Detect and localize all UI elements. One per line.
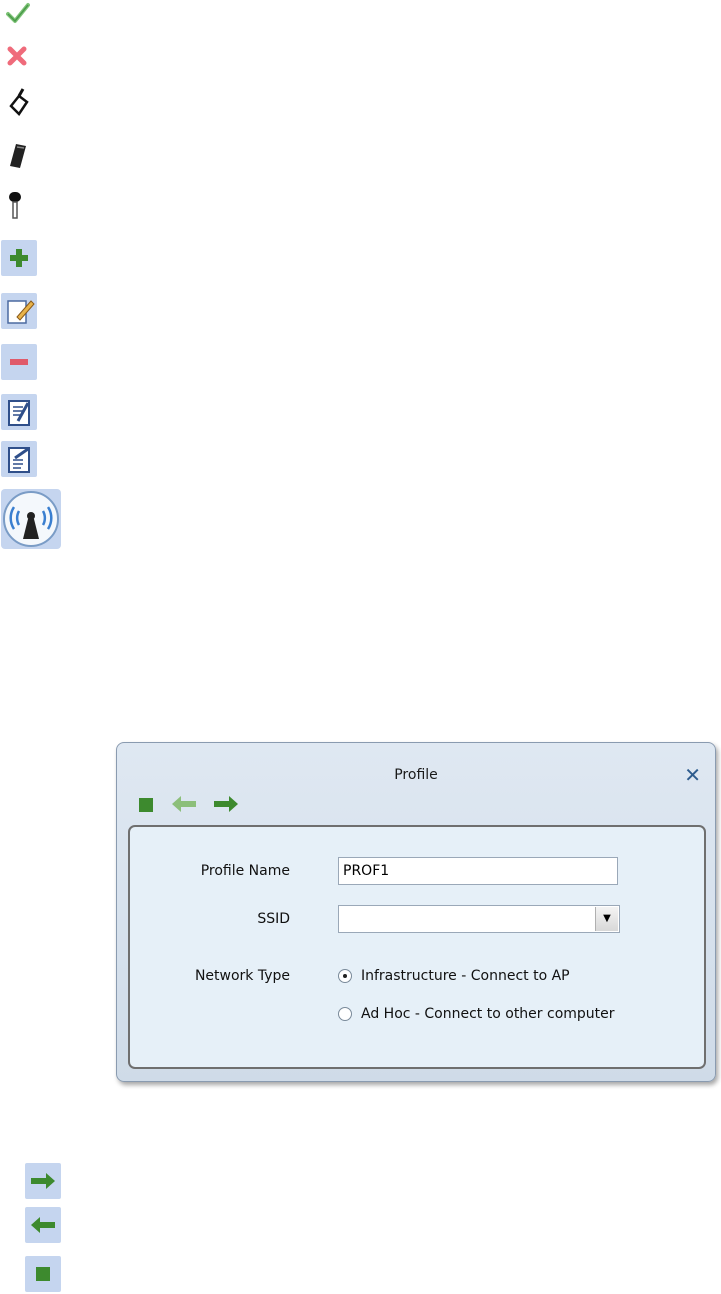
radio-label: Infrastructure - Connect to AP (361, 968, 570, 984)
remove-icon (1, 344, 37, 380)
radio-button[interactable] (338, 1007, 352, 1021)
ssid-select[interactable]: ▼ (338, 905, 620, 933)
stop-icon (25, 1256, 61, 1292)
back-arrow-icon (172, 796, 196, 812)
check-icon (6, 2, 30, 28)
profile-form-panel: Profile Name SSID ▼ Network Type Infrast… (128, 825, 706, 1069)
profile-name-label: Profile Name (200, 863, 290, 879)
card-adapter-icon (6, 140, 30, 174)
forward-button[interactable] (213, 795, 239, 817)
import-icon (1, 394, 37, 430)
ssid-label: SSID (257, 911, 290, 927)
forward-arrow-icon (214, 796, 238, 812)
profile-name-input[interactable] (338, 857, 618, 885)
wireless-signal-icon (1, 489, 61, 549)
close-icon[interactable]: ✕ (684, 765, 701, 785)
network-type-label: Network Type (194, 968, 290, 984)
back-button[interactable] (171, 795, 197, 817)
export-icon (1, 441, 37, 477)
stop-button[interactable] (139, 797, 153, 816)
edit-icon (1, 293, 37, 329)
dialog-title: Profile (394, 767, 438, 783)
stop-icon (139, 798, 153, 812)
radio-label: Ad Hoc - Connect to other computer (361, 1006, 615, 1022)
chevron-down-icon[interactable]: ▼ (595, 907, 618, 931)
profile-dialog: Profile ✕ Profile Name SSID ▼ Network Ty… (116, 742, 716, 1082)
forward-arrow-icon (25, 1163, 61, 1199)
radio-button[interactable] (338, 969, 352, 983)
radio-adhoc[interactable]: Ad Hoc - Connect to other computer (338, 1006, 615, 1022)
radio-infrastructure[interactable]: Infrastructure - Connect to AP (338, 968, 570, 984)
antenna-wand-icon (7, 88, 31, 120)
back-arrow-icon (25, 1207, 61, 1243)
key-icon (7, 190, 23, 226)
x-icon (6, 45, 28, 71)
add-icon (1, 240, 37, 276)
